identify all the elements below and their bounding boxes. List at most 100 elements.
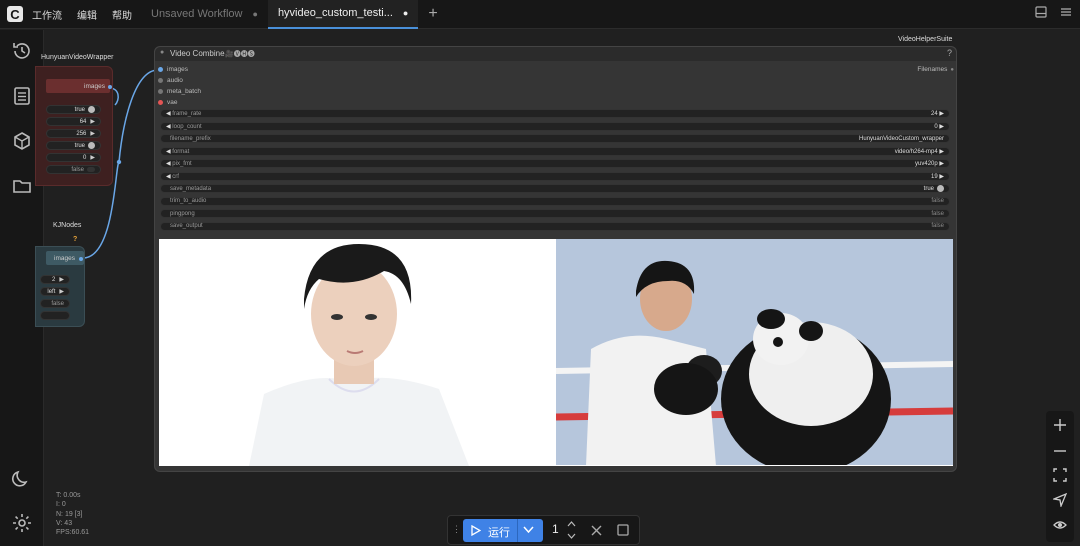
widget-loop-count[interactable]: ◀ loop_count 0 ▶ xyxy=(160,121,950,131)
widget-value: HunyuanVideoCustom_wrapper xyxy=(859,135,944,142)
widget-row[interactable] xyxy=(40,311,70,320)
increment-arrow-icon[interactable]: ▶ xyxy=(938,161,944,167)
comfy-logo-icon[interactable]: C xyxy=(7,6,23,22)
widget-save-output[interactable]: save_output false xyxy=(160,221,950,231)
widget-row[interactable]: true xyxy=(46,105,101,114)
input-slot-vae[interactable]: vae xyxy=(158,99,177,106)
run-toolbar: ⋮⋮ 运行 1 xyxy=(447,515,640,545)
widget-label-group: ◀ pix_fmt xyxy=(166,160,192,167)
node-body: images true 64 ▶ 256 ▶ true 0 ▶ false xyxy=(35,66,113,186)
widget-label: format xyxy=(172,148,190,155)
widget-value: false xyxy=(931,198,944,204)
input-slot-images[interactable]: images xyxy=(158,66,188,73)
widget-row[interactable]: 0 ▶ xyxy=(46,153,101,162)
theme-moon-icon[interactable] xyxy=(11,467,33,489)
widget-row[interactable]: left ▶ xyxy=(40,287,70,296)
menu-workflow[interactable]: 工作流 xyxy=(32,7,62,22)
widget-value-group: true xyxy=(923,184,944,193)
menu-edit[interactable]: 编辑 xyxy=(77,7,97,22)
input-slot-audio[interactable]: audio xyxy=(158,77,183,84)
stop-square-icon[interactable] xyxy=(617,524,629,536)
widget-label: pix_fmt xyxy=(172,161,192,167)
tab-hyvideo-custom[interactable]: hyvideo_custom_testi... ● xyxy=(267,0,419,29)
widget-label-group: ◀ crf xyxy=(166,173,179,180)
output-slot-dot[interactable] xyxy=(108,85,112,89)
increment-arrow-icon[interactable]: ▶ xyxy=(90,154,95,161)
preview-image-boxing-panda xyxy=(556,239,953,466)
widget-label: frame_rate xyxy=(172,111,202,117)
widget-row[interactable]: true xyxy=(46,141,101,150)
cancel-x-icon[interactable] xyxy=(591,525,602,536)
menu-help[interactable]: 帮助 xyxy=(112,7,132,22)
stepper-arrows-icon[interactable] xyxy=(567,520,576,540)
widget-pix-fmt[interactable]: ◀ pix_fmt yuv420p ▶ xyxy=(160,159,950,168)
queue-count-input[interactable]: 1 xyxy=(552,522,559,536)
widget-value: true xyxy=(923,186,934,193)
input-slot-meta-batch[interactable]: meta_batch xyxy=(158,88,201,95)
widget-label: save_output xyxy=(170,223,203,229)
graph-canvas[interactable]: HunyuanVideoWrapper images true 64 ▶ 256 ▶… xyxy=(35,30,1080,546)
widget-save-metadata[interactable]: save_metadata true xyxy=(160,184,950,193)
history-icon[interactable] xyxy=(11,40,33,62)
increment-arrow-icon[interactable]: ▶ xyxy=(90,130,95,137)
increment-arrow-icon[interactable]: ▶ xyxy=(938,111,944,117)
increment-arrow-icon[interactable]: ▶ xyxy=(938,149,944,155)
widget-row[interactable]: 2 ▶ xyxy=(40,275,70,284)
folder-icon[interactable] xyxy=(11,175,33,197)
run-button[interactable]: 运行 xyxy=(463,519,543,542)
node-pack-label: VideoHelperSuite xyxy=(898,36,953,43)
widget-frame-rate[interactable]: ◀ frame_rate 24 ▶ xyxy=(160,109,950,118)
help-icon[interactable]: ? xyxy=(947,48,952,58)
widget-value: 19 xyxy=(931,173,938,180)
canvas-tools xyxy=(1046,411,1074,542)
new-tab-plus-icon[interactable]: + xyxy=(428,5,437,23)
widget-row[interactable]: 256 ▶ xyxy=(46,129,101,138)
increment-arrow-icon[interactable]: ▶ xyxy=(938,174,944,180)
chevron-down-icon[interactable] xyxy=(523,526,534,534)
fit-view-icon[interactable] xyxy=(1053,468,1067,482)
increment-arrow-icon[interactable]: ▶ xyxy=(938,124,944,130)
node-pack-label: HunyuanVideoWrapper xyxy=(41,54,114,61)
widget-format[interactable]: ◀ format video/h264-mp4 ▶ xyxy=(160,146,950,156)
increment-arrow-icon[interactable]: ▶ xyxy=(59,288,64,295)
widget-value-group: video/h264-mp4 ▶ xyxy=(895,148,944,155)
widget-trim-to-audio[interactable]: trim_to_audio false xyxy=(160,196,950,206)
widget-filename-prefix[interactable]: filename_prefix HunyuanVideoCustom_wrappe… xyxy=(160,134,950,143)
output-slot-dot[interactable] xyxy=(79,257,83,261)
increment-arrow-icon[interactable]: ▶ xyxy=(90,118,95,125)
widget-crf[interactable]: ◀ crf 19 ▶ xyxy=(160,171,950,181)
slot-dot xyxy=(158,89,163,94)
widget-label-group: ◀ frame_rate xyxy=(166,110,201,117)
zoom-out-icon[interactable] xyxy=(1053,444,1067,458)
navigation-arrow-icon[interactable] xyxy=(1053,493,1067,507)
widget-row[interactable]: 64 ▶ xyxy=(46,117,101,126)
hamburger-menu-icon[interactable] xyxy=(1060,6,1072,18)
run-button-label: 运行 xyxy=(488,527,510,539)
widget-row[interactable]: false xyxy=(46,165,101,174)
widget-pingpong[interactable]: pingpong false xyxy=(160,209,950,218)
widget-row[interactable]: false xyxy=(40,299,70,308)
output-slot-filenames[interactable]: Filenames ● xyxy=(917,66,954,73)
help-badge[interactable]: ? xyxy=(73,236,77,243)
output-images-label: images xyxy=(54,255,75,262)
visibility-eye-icon[interactable] xyxy=(1053,518,1067,532)
widget-value-group: false xyxy=(931,223,944,229)
widget-label-group: ◀ loop_count xyxy=(166,123,202,130)
increment-arrow-icon[interactable]: ▶ xyxy=(59,276,64,283)
queue-list-icon[interactable] xyxy=(11,85,33,107)
node-library-cube-icon[interactable] xyxy=(11,130,33,152)
bottom-panel-toggle-icon[interactable] xyxy=(1035,6,1047,18)
node-title-bar[interactable]: ● Video Combine 🎥🅥🅗🅢 ? xyxy=(155,47,956,61)
video-combine-node[interactable]: ● Video Combine 🎥🅥🅗🅢 ? images audio meta… xyxy=(154,46,957,472)
node-collapse-dot-icon[interactable]: ● xyxy=(160,49,164,56)
node-pack-label: KJNodes xyxy=(53,222,82,229)
widget-label: loop_count xyxy=(172,123,202,130)
widget-label-group: ◀ format xyxy=(166,148,189,155)
tab-label: Unsaved Workflow xyxy=(151,8,243,20)
widget-value: false xyxy=(931,223,944,229)
widget-label: trim_to_audio xyxy=(170,198,207,204)
slot-dot xyxy=(158,78,163,83)
settings-gear-icon[interactable] xyxy=(11,512,33,534)
tab-unsaved-workflow[interactable]: Unsaved Workflow ● xyxy=(141,0,268,29)
zoom-in-icon[interactable] xyxy=(1053,418,1067,432)
